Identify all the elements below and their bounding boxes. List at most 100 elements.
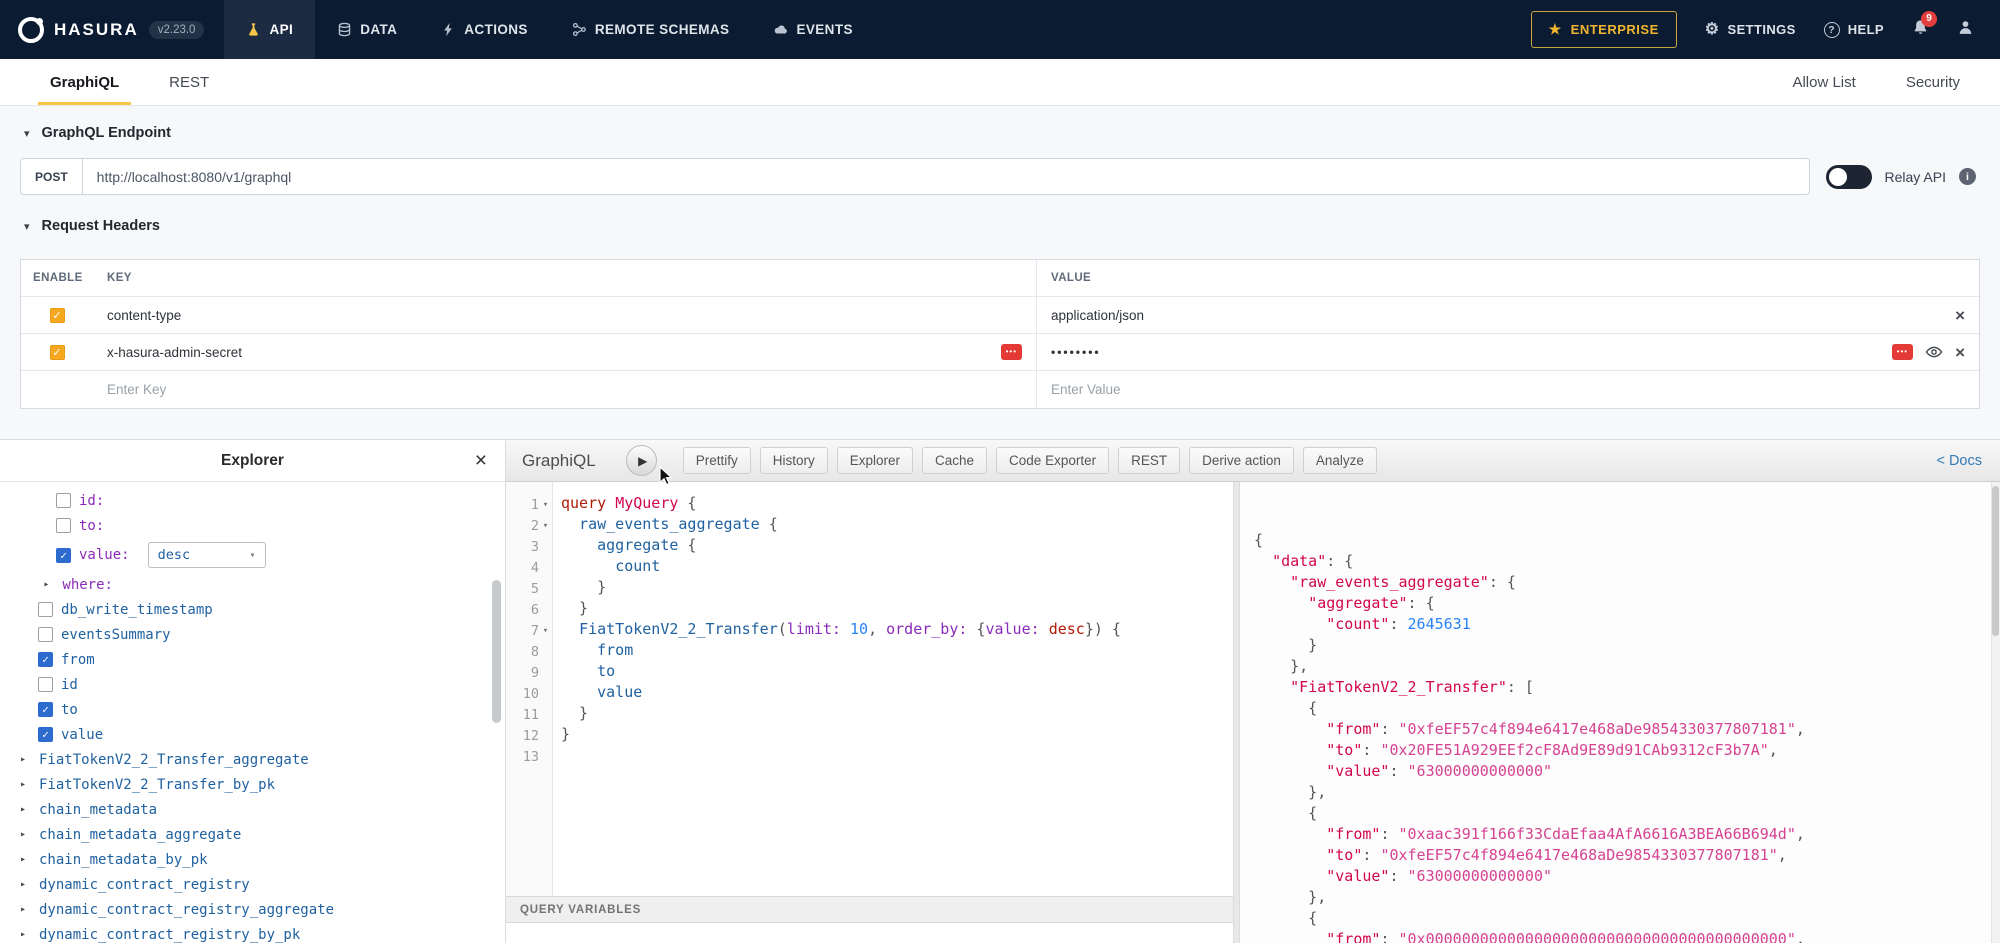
nav-item-actions[interactable]: ACTIONS	[419, 0, 550, 59]
remove-header-button[interactable]: ×	[1955, 307, 1965, 324]
checkbox[interactable]: ✓	[56, 548, 71, 563]
expand-arrow-icon[interactable]: ▸	[20, 929, 31, 940]
relay-api-toggle[interactable]	[1826, 165, 1872, 189]
explorer-item-dynamic-contract-registry[interactable]: ▸dynamic_contract_registry	[0, 872, 505, 897]
explorer-scrollbar[interactable]	[492, 580, 501, 723]
cache-button[interactable]: Cache	[922, 447, 987, 474]
response-viewer[interactable]: { "data": { "raw_events_aggregate": { "a…	[1240, 482, 2000, 943]
header-value-input[interactable]: application/json	[1051, 308, 1144, 323]
tab-security[interactable]: Security	[1904, 74, 1962, 91]
expand-arrow-icon[interactable]: ▸	[20, 754, 31, 765]
expand-arrow-icon[interactable]: ▸	[43, 579, 54, 590]
code-exporter-button[interactable]: Code Exporter	[996, 447, 1109, 474]
checkbox[interactable]	[38, 677, 53, 692]
explorer-item-fiattokenv2-2-transfer-by-pk[interactable]: ▸ FiatTokenV2_2_Transfer_by_pk	[0, 772, 505, 797]
explorer-item-id-[interactable]: id:	[0, 488, 505, 513]
analyze-button[interactable]: Analyze	[1303, 447, 1377, 474]
derive-action-button[interactable]: Derive action	[1189, 447, 1294, 474]
enable-checkbox[interactable]: ✓	[50, 308, 65, 323]
header-value-input[interactable]: ••••••••	[1051, 345, 1101, 359]
enable-checkbox[interactable]: ✓	[50, 345, 65, 360]
explorer-item-value-[interactable]: ✓value:desc▾	[0, 538, 505, 572]
checkbox[interactable]	[38, 602, 53, 617]
nav-item-data[interactable]: DATA	[315, 0, 419, 59]
explorer-button[interactable]: Explorer	[837, 447, 913, 474]
endpoint-input[interactable]: POST http://localhost:8080/v1/graphql	[20, 158, 1810, 195]
info-icon[interactable]: i	[1959, 168, 1976, 185]
history-button[interactable]: History	[760, 447, 828, 474]
expand-arrow-icon[interactable]: ▸	[20, 779, 31, 790]
explorer-item-to-[interactable]: to:	[0, 513, 505, 538]
explorer-item-dynamic-contract-registry-by-pk[interactable]: ▸dynamic_contract_registry_by_pk	[0, 922, 505, 943]
new-value-input[interactable]: Enter Value	[1051, 382, 1121, 397]
prettify-button[interactable]: Prettify	[683, 447, 751, 474]
expand-arrow-icon[interactable]: ▸	[20, 804, 31, 815]
nav-item-api[interactable]: API	[224, 0, 315, 59]
expand-arrow-icon[interactable]: ▸	[20, 854, 31, 865]
explorer-item-value[interactable]: ✓value	[0, 722, 505, 747]
execute-button[interactable]: ▶	[626, 445, 657, 476]
close-icon[interactable]: ×	[475, 450, 487, 471]
explorer-item-where-[interactable]: ▸where:	[0, 572, 505, 597]
remove-header-button[interactable]: ×	[1955, 344, 1965, 361]
expand-arrow-icon[interactable]: ▸	[20, 879, 31, 890]
explorer-item-chain-metadata[interactable]: ▸chain_metadata	[0, 797, 505, 822]
tab-rest[interactable]: REST	[157, 59, 221, 105]
explorer-item-fiattokenv2-2-transfer-aggregate[interactable]: ▸FiatTokenV2_2_Transfer_aggregate	[0, 747, 505, 772]
explorer-item-to[interactable]: ✓ to	[0, 697, 505, 722]
explorer-item-eventssummary[interactable]: eventsSummary	[0, 622, 505, 647]
docs-link[interactable]: < Docs	[1936, 453, 1982, 469]
response-scrollbar-thumb[interactable]	[1992, 486, 1999, 636]
notifications-button[interactable]: 9	[1912, 19, 1929, 41]
enterprise-button[interactable]: ★ ENTERPRISE	[1531, 11, 1677, 48]
fold-arrow-icon[interactable]: ▾	[539, 626, 552, 636]
secret-badge: •••	[1001, 344, 1022, 360]
header-key-input[interactable]: x-hasura-admin-secret	[107, 345, 242, 360]
explorer-item-chain-metadata-aggregate[interactable]: ▸chain_metadata_aggregate	[0, 822, 505, 847]
response-line: "value": "63000000000000"	[1254, 867, 2000, 888]
fold-arrow-icon[interactable]: ▾	[539, 500, 552, 510]
checkbox[interactable]	[56, 493, 71, 508]
graphql-endpoint-section-toggle[interactable]: ▾ GraphQL Endpoint	[24, 120, 1980, 146]
query-code[interactable]: query MyQuery { raw_events_aggregate { a…	[553, 482, 1233, 896]
fold-arrow-icon[interactable]: ▾	[539, 521, 552, 531]
endpoint-url[interactable]: http://localhost:8080/v1/graphql	[83, 159, 1809, 194]
explorer-item-dynamic-contract-registry-aggregate[interactable]: ▸dynamic_contract_registry_aggregate	[0, 897, 505, 922]
chevron-down-icon[interactable]: ▾	[24, 220, 30, 233]
checkbox[interactable]	[38, 627, 53, 642]
tabs-right: Allow List Security	[1790, 59, 1962, 105]
code-line: }	[561, 704, 1233, 725]
user-menu-button[interactable]	[1957, 19, 1974, 41]
checkbox[interactable]: ✓	[38, 702, 53, 717]
brand[interactable]: HASURA v2.23.0	[0, 0, 224, 59]
checkbox[interactable]: ✓	[38, 727, 53, 742]
expand-arrow-icon[interactable]: ▸	[20, 904, 31, 915]
explorer-item-id[interactable]: id	[0, 672, 505, 697]
rest-button[interactable]: REST	[1118, 447, 1180, 474]
tab-allow-list[interactable]: Allow List	[1790, 74, 1857, 91]
eye-icon[interactable]	[1925, 343, 1943, 361]
request-headers-section-toggle[interactable]: ▾ Request Headers	[24, 213, 1980, 239]
settings-button[interactable]: ⚙ SETTINGS	[1705, 22, 1796, 38]
pane-resize-handle[interactable]	[1233, 482, 1240, 943]
query-variables-editor[interactable]	[506, 923, 1233, 943]
expand-arrow-icon[interactable]: ▸	[20, 829, 31, 840]
query-variables-toggle[interactable]: QUERY VARIABLES	[506, 896, 1233, 923]
query-editor[interactable]: 1▾2▾34567▾8910111213 query MyQuery { raw…	[506, 482, 1233, 896]
line-number: 10	[506, 683, 552, 704]
explorer-item-label: FiatTokenV2_2_Transfer_by_pk	[39, 777, 275, 793]
chevron-down-icon[interactable]: ▾	[24, 127, 30, 140]
tab-graphiql[interactable]: GraphiQL	[38, 59, 131, 105]
help-button[interactable]: ? HELP	[1824, 22, 1884, 38]
explorer-item-db-write-timestamp[interactable]: db_write_timestamp	[0, 597, 505, 622]
checkbox[interactable]	[56, 518, 71, 533]
explorer-item-label: to	[61, 702, 78, 718]
order-direction-select[interactable]: desc▾	[148, 542, 266, 568]
explorer-item-chain-metadata-by-pk[interactable]: ▸chain_metadata_by_pk	[0, 847, 505, 872]
explorer-item-from[interactable]: ✓from	[0, 647, 505, 672]
nav-item-remote-schemas[interactable]: REMOTE SCHEMAS	[550, 0, 752, 59]
new-key-input[interactable]: Enter Key	[107, 382, 166, 397]
nav-item-events[interactable]: EVENTS	[751, 0, 874, 59]
checkbox[interactable]: ✓	[38, 652, 53, 667]
header-key-input[interactable]: content-type	[107, 308, 181, 323]
